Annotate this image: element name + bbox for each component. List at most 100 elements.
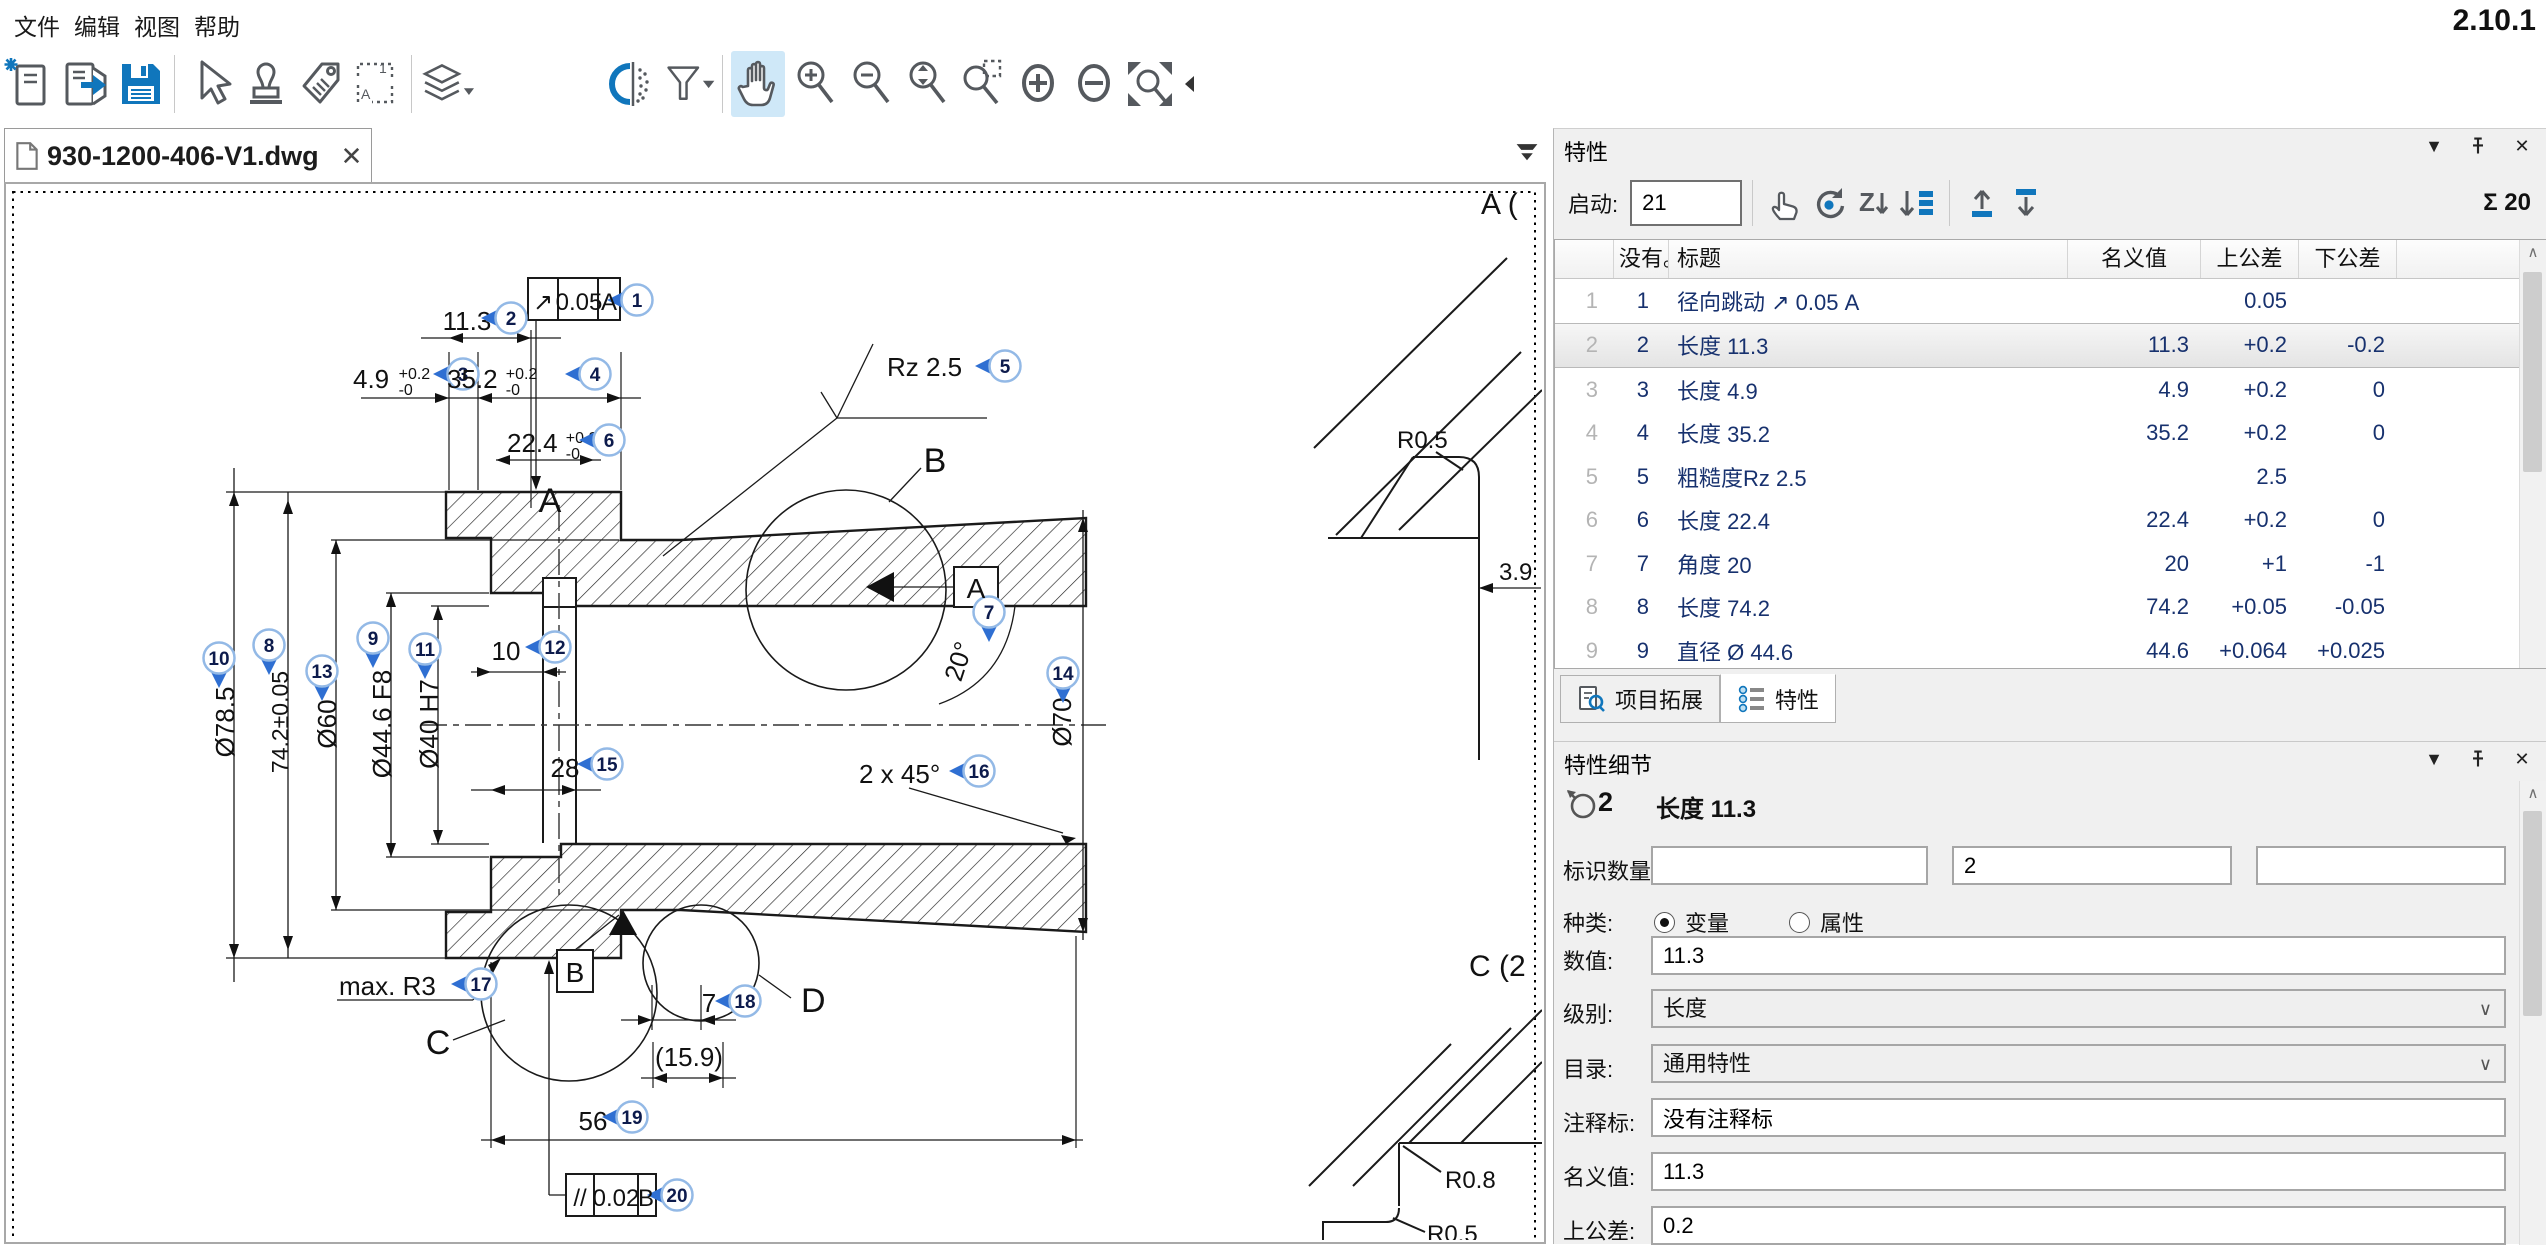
toolbar-separator [411, 55, 412, 113]
svg-text:B: B [566, 957, 585, 988]
balloon-10[interactable]: Ø78.510 [204, 643, 241, 758]
id-count-input-2[interactable] [1952, 846, 2232, 885]
close-tab-icon[interactable]: ✕ [341, 141, 363, 172]
nominal-input[interactable] [1651, 1152, 2506, 1191]
property-row-6[interactable]: 66长度 22.422.4+0.20 [1555, 499, 2546, 543]
svg-text:R0.8: R0.8 [1445, 1167, 1496, 1194]
menu-item-文件[interactable]: 文件 [14, 8, 60, 42]
svg-text://: // [573, 1185, 587, 1212]
id-count-input-1[interactable] [1651, 846, 1928, 885]
drawing-viewport[interactable]: 111.324.9+0.2-0335.2+0.2-04Rz 2.5522.4+0… [4, 182, 1546, 1244]
move-bottom-icon[interactable] [2004, 181, 2048, 225]
side-panel: 特性 ▼ ✕ 启动: Z Σ 20 没有。 标题 名义值 上公差 [1553, 128, 2546, 1244]
scroll-up-icon[interactable]: ∧ [2520, 240, 2546, 266]
panel-collapse-icon[interactable]: ▼ [2421, 746, 2447, 772]
column-upper[interactable]: 上公差 [2201, 240, 2299, 278]
decrease-icon[interactable] [1067, 51, 1121, 117]
balloon-6[interactable]: 22.4+0.2-06 [507, 425, 625, 464]
tag-icon[interactable] [295, 51, 349, 117]
radio-attribute[interactable]: 属性 [1789, 906, 1864, 938]
compare-icon[interactable] [606, 51, 660, 117]
class-select[interactable]: 长度∨ [1651, 989, 2506, 1028]
balloon-17[interactable]: max. R317 [339, 969, 497, 1002]
stamp-icon[interactable] [239, 51, 293, 117]
balloon-summary: 2 长度 11.3 [1554, 783, 2514, 831]
panel-close-icon[interactable]: ✕ [2509, 133, 2535, 159]
svg-text:↗: ↗ [533, 289, 553, 316]
scroll-up-icon[interactable]: ∧ [2520, 781, 2546, 807]
menu-item-编辑[interactable]: 编辑 [74, 8, 120, 42]
technical-drawing: 111.324.9+0.2-0335.2+0.2-04Rz 2.5522.4+0… [6, 184, 1542, 1240]
column-no[interactable]: 没有。 [1614, 240, 1669, 278]
zoom-window-icon[interactable] [955, 51, 1009, 117]
zoom-out-icon[interactable] [843, 51, 897, 117]
select-cursor-icon[interactable] [183, 51, 237, 117]
filter-icon[interactable] [662, 51, 716, 117]
z-sort-icon[interactable]: Z [1851, 181, 1895, 225]
upper-input[interactable] [1651, 1206, 2506, 1245]
column-nominal[interactable]: 名义值 [2068, 240, 2201, 278]
tab-特性[interactable]: 特性 [1720, 674, 1836, 723]
menu-item-帮助[interactable]: 帮助 [194, 8, 240, 42]
open-document-icon[interactable] [58, 51, 112, 117]
menu-item-视图[interactable]: 视图 [134, 8, 180, 42]
collapse-left-icon[interactable] [1179, 51, 1201, 117]
svg-text:Ø44.6 F8: Ø44.6 F8 [367, 670, 397, 778]
property-row-3[interactable]: 33长度 4.94.9+0.20 [1555, 368, 2546, 412]
table-scrollbar[interactable]: ∧ [2519, 240, 2546, 668]
balloon-19[interactable]: 5619 [579, 1102, 648, 1137]
save-icon[interactable] [114, 51, 168, 117]
balloon-13[interactable]: Ø6013 [307, 656, 343, 749]
balloon-2[interactable]: 11.32 [443, 303, 527, 337]
property-row-1[interactable]: 11径向跳动 ↗ 0.05 A0.05 [1555, 279, 2546, 323]
details-scrollbar[interactable]: ∧ [2519, 781, 2546, 1245]
sort-list-icon[interactable] [1895, 181, 1939, 225]
property-row-7[interactable]: 77角度 2020+1-1 [1555, 542, 2546, 586]
balloon-5[interactable]: Rz 2.55 [887, 351, 1021, 383]
panel-pin-icon[interactable] [2465, 133, 2491, 159]
increase-icon[interactable] [1011, 51, 1065, 117]
property-row-8[interactable]: 88长度 74.274.2+0.05-0.05 [1555, 586, 2546, 630]
new-document-icon[interactable] [2, 51, 56, 117]
balloon-15[interactable]: 2815 [551, 749, 623, 784]
balloon-14[interactable]: Ø7014 [1047, 658, 1079, 747]
property-row-5[interactable]: 55粗糙度Rz 2.52.5 [1555, 455, 2546, 499]
svg-text:B: B [638, 1185, 654, 1212]
svg-text:4.9: 4.9 [353, 364, 389, 394]
catalog-select[interactable]: 通用特性∨ [1651, 1044, 2506, 1083]
touch-select-icon[interactable] [1763, 181, 1807, 225]
svg-text:20°: 20° [938, 638, 979, 685]
start-input[interactable] [1630, 180, 1742, 226]
property-row-4[interactable]: 44长度 35.235.2+0.20 [1555, 412, 2546, 456]
column-lower[interactable]: 下公差 [2299, 240, 2397, 278]
document-tab[interactable]: 930-1200-406-V1.dwg ✕ [4, 128, 372, 183]
id-count-input-3[interactable] [2256, 846, 2506, 885]
svg-text:9: 9 [368, 629, 379, 650]
rotate-icon[interactable] [1807, 181, 1851, 225]
tab-list-icon[interactable] [1512, 136, 1542, 166]
balloon-11[interactable]: Ø40 H711 [410, 634, 445, 769]
zoom-in-icon[interactable] [787, 51, 841, 117]
column-title[interactable]: 标题 [1669, 240, 2068, 278]
svg-text:Rz 2.5: Rz 2.5 [887, 352, 962, 382]
move-top-icon[interactable] [1960, 181, 2004, 225]
balloon-16[interactable]: 2 x 45°16 [859, 756, 995, 790]
panel-collapse-icon[interactable]: ▼ [2421, 133, 2447, 159]
property-row-2[interactable]: 22长度 11.311.3+0.2-0.2 [1555, 323, 2546, 369]
property-row-9[interactable]: 99直径 Ø 44.644.6+0.064+0.025 [1555, 629, 2546, 673]
pan-icon[interactable] [731, 51, 785, 117]
balloon-8[interactable]: 74.2±0.058 [254, 630, 294, 774]
zoom-fit-icon[interactable] [1123, 51, 1177, 117]
layers-icon[interactable] [420, 51, 474, 117]
drawing-text: (15.9) [655, 1042, 723, 1072]
balloon-12[interactable]: 1012 [492, 632, 571, 667]
tab-项目拓展[interactable]: 项目拓展 [1560, 675, 1720, 723]
panel-pin-icon[interactable] [2465, 746, 2491, 772]
panel-close-icon[interactable]: ✕ [2509, 746, 2535, 772]
radio-variable[interactable]: 变量 [1654, 906, 1729, 938]
value-input[interactable] [1651, 936, 2506, 975]
zoom-dynamic-icon[interactable] [899, 51, 953, 117]
balloon-4[interactable]: 35.2+0.2-04 [447, 359, 611, 400]
note-input[interactable] [1651, 1098, 2506, 1137]
markup-region-icon[interactable]: 1A [351, 51, 405, 117]
